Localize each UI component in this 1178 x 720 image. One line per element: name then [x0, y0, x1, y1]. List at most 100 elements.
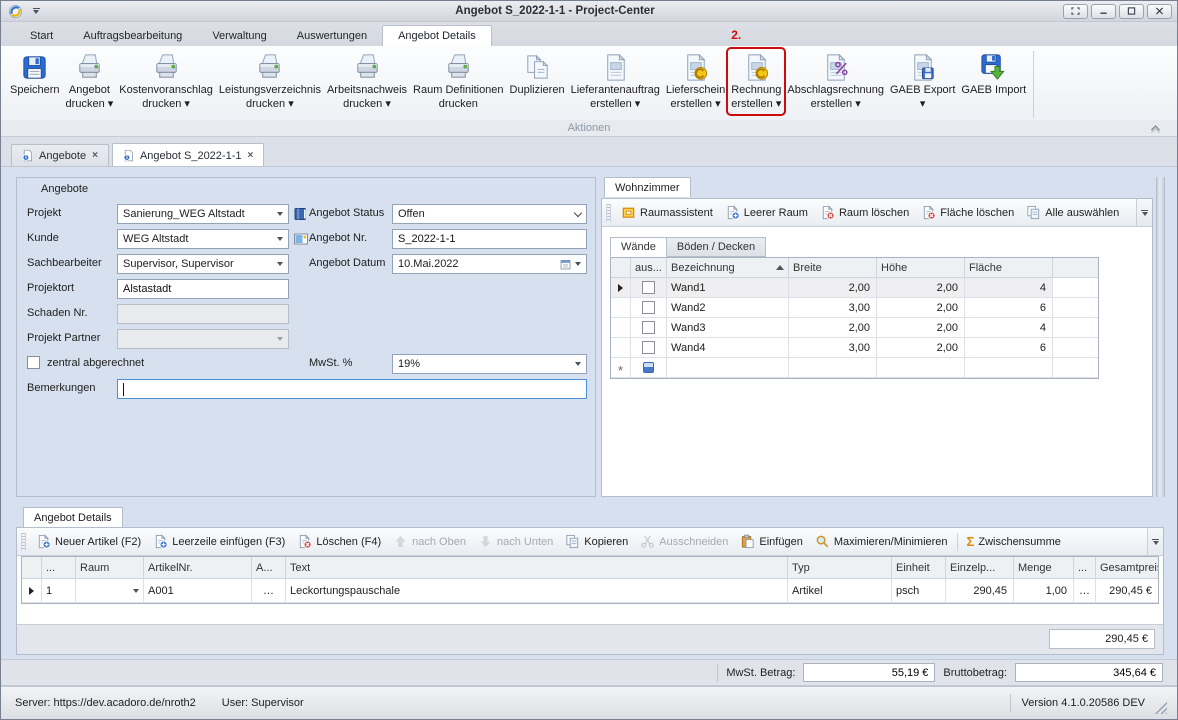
cell-einzelpreis[interactable]: 290,45: [946, 579, 1014, 603]
loeschen-button[interactable]: Löschen (F4): [291, 531, 387, 552]
duplizieren-button[interactable]: Duplizieren: [507, 49, 568, 100]
cell-gesamtpreis[interactable]: 290,45 €: [1096, 579, 1158, 603]
cell-bezeichnung[interactable]: Wand3: [667, 318, 789, 338]
ribbon-tab-start[interactable]: Start: [15, 26, 68, 46]
kopieren-button[interactable]: Kopieren: [559, 531, 634, 552]
col-raum[interactable]: Raum: [76, 557, 144, 579]
ribbon-tab-auswertungen[interactable]: Auswertungen: [282, 26, 382, 46]
doc-tab-angebote[interactable]: Angebote ×: [11, 144, 109, 166]
leerzeile-einfuegen-button[interactable]: Leerzeile einfügen (F3): [147, 531, 291, 552]
toolbar-overflow-button[interactable]: [1147, 528, 1163, 555]
wall-row-3[interactable]: Wand3 2,00 2,00 4: [611, 318, 1098, 338]
neuer-artikel-button[interactable]: Neuer Artikel (F2): [30, 531, 147, 552]
toolbar-grip[interactable]: [606, 204, 611, 222]
col-gesamtpreis[interactable]: Gesamtpreis: [1096, 557, 1158, 579]
einfuegen-button[interactable]: Einfügen: [734, 531, 808, 552]
app-logo-icon[interactable]: [8, 4, 23, 19]
gaeb-export-button[interactable]: GAEB Export ▾: [887, 49, 958, 114]
wall-row-1[interactable]: Wand1 2,00 2,00 4: [611, 278, 1098, 298]
mwst-combo[interactable]: 19%: [392, 354, 587, 374]
abschlagsrechnung-erstellen-button[interactable]: Abschlagsrechnung erstellen ▾: [784, 49, 887, 114]
ellipsis-button[interactable]: …: [252, 579, 286, 603]
new-row[interactable]: *: [611, 358, 1098, 378]
close-tab-icon[interactable]: ×: [91, 150, 99, 161]
projekt-combo[interactable]: Sanierung_WEG Altstadt: [117, 204, 289, 224]
cell-hoehe[interactable]: 2,00: [877, 298, 965, 318]
doc-tab-angebot-s-2022-1-1[interactable]: Angebot S_2022-1-1 ×: [112, 143, 264, 166]
customer-card-icon[interactable]: [293, 231, 309, 247]
cell-flaeche[interactable]: 4: [965, 278, 1053, 298]
row-checkbox[interactable]: [642, 341, 655, 354]
col-hoehe[interactable]: Höhe: [877, 258, 965, 278]
cell-num[interactable]: 1: [42, 579, 76, 603]
angebot-nr-input[interactable]: [392, 229, 587, 249]
raumassistent-button[interactable]: Raumassistent: [615, 202, 719, 223]
cell-einheit[interactable]: psch: [892, 579, 946, 603]
lieferantenauftrag-erstellen-button[interactable]: Lieferantenauftrag erstellen ▾: [568, 49, 663, 114]
row-checkbox[interactable]: [642, 281, 655, 294]
cell-artikelnr[interactable]: A001: [144, 579, 252, 603]
col-artikelnr[interactable]: ArtikelNr.: [144, 557, 252, 579]
article-row-1[interactable]: 1 A001 … Leckortungspauschale Artikel ps…: [22, 579, 1158, 603]
cell-bezeichnung[interactable]: Wand2: [667, 298, 789, 318]
kunde-combo[interactable]: WEG Altstadt: [117, 229, 289, 249]
leistungsverzeichnis-drucken-button[interactable]: Leistungsverzeichnis drucken ▾: [216, 49, 324, 114]
minimize-button[interactable]: [1091, 4, 1116, 19]
toolbar-grip[interactable]: [21, 533, 26, 551]
cell-bezeichnung[interactable]: Wand1: [667, 278, 789, 298]
row-checkbox[interactable]: [642, 321, 655, 334]
rechnung-erstellen-button[interactable]: 2. Rechnung erstellen ▾: [728, 49, 784, 114]
col-aus[interactable]: aus...: [631, 258, 667, 278]
cell-bezeichnung[interactable]: Wand4: [667, 338, 789, 358]
row-checkbox[interactable]: [642, 301, 655, 314]
flaeche-loeschen-button[interactable]: Fläche löschen: [915, 202, 1020, 223]
cell-breite[interactable]: 2,00: [789, 278, 877, 298]
tab-waende[interactable]: Wände: [610, 237, 667, 257]
leerer-raum-button[interactable]: Leerer Raum: [719, 202, 814, 223]
angebot-drucken-button[interactable]: Angebot drucken ▾: [63, 49, 117, 114]
ellipsis-button[interactable]: …: [1074, 579, 1096, 603]
toolbar-overflow-button[interactable]: [1136, 199, 1152, 226]
maximieren-minimieren-button[interactable]: Maximieren/Minimieren: [809, 531, 954, 552]
cell-hoehe[interactable]: 2,00: [877, 278, 965, 298]
cell-raum-combo[interactable]: [76, 579, 144, 603]
tab-wohnzimmer[interactable]: Wohnzimmer: [604, 177, 691, 197]
ribbon-tab-verwaltung[interactable]: Verwaltung: [197, 26, 281, 46]
col-dots2[interactable]: ...: [1074, 557, 1096, 579]
cell-breite[interactable]: 3,00: [789, 338, 877, 358]
cell-text[interactable]: Leckortungspauschale: [286, 579, 788, 603]
cell-flaeche[interactable]: 4: [965, 318, 1053, 338]
sachbearbeiter-combo[interactable]: Supervisor, Supervisor: [117, 254, 289, 274]
ribbon-tab-auftragsbearbeitung[interactable]: Auftragsbearbeitung: [68, 26, 197, 46]
vertical-splitter[interactable]: [1156, 177, 1165, 497]
bemerkungen-input[interactable]: [117, 379, 587, 399]
projektort-input[interactable]: [117, 279, 289, 299]
raum-definitionen-drucken-button[interactable]: Raum Definitionen drucken: [410, 49, 507, 114]
close-tab-icon[interactable]: ×: [246, 150, 254, 161]
cell-typ[interactable]: Artikel: [788, 579, 892, 603]
col-bezeichnung[interactable]: Bezeichnung: [667, 258, 789, 278]
quick-access-arrow-icon[interactable]: [29, 5, 43, 17]
zwischensumme-button[interactable]: Σ Zwischensumme: [961, 531, 1067, 552]
raum-loeschen-button[interactable]: Raum löschen: [814, 202, 915, 223]
angebot-datum-picker[interactable]: 10.Mai.2022: [392, 254, 587, 274]
fullscreen-button[interactable]: [1063, 4, 1088, 19]
lieferschein-erstellen-button[interactable]: Lieferschein erstellen ▾: [663, 49, 728, 114]
wall-row-2[interactable]: Wand2 3,00 2,00 6: [611, 298, 1098, 318]
alle-auswaehlen-button[interactable]: Alle auswählen: [1020, 202, 1125, 223]
close-button[interactable]: [1147, 4, 1172, 19]
angebot-status-combo[interactable]: Offen: [392, 204, 587, 224]
tab-boeden-decken[interactable]: Böden / Decken: [666, 237, 766, 257]
col-einzelpreis[interactable]: Einzelp...: [946, 557, 1014, 579]
col-a[interactable]: A...: [252, 557, 286, 579]
kostenvoranschlag-drucken-button[interactable]: Kostenvoranschlag drucken ▾: [116, 49, 216, 114]
col-dots[interactable]: ...: [42, 557, 76, 579]
resize-grip[interactable]: [1155, 702, 1167, 714]
ribbon-tab-angebot-details[interactable]: Angebot Details: [382, 25, 492, 46]
col-text[interactable]: Text: [286, 557, 788, 579]
tab-angebot-details[interactable]: Angebot Details: [23, 507, 123, 527]
cell-breite[interactable]: 2,00: [789, 318, 877, 338]
col-menge[interactable]: Menge: [1014, 557, 1074, 579]
cell-hoehe[interactable]: 2,00: [877, 318, 965, 338]
wall-row-4[interactable]: Wand4 3,00 2,00 6: [611, 338, 1098, 358]
